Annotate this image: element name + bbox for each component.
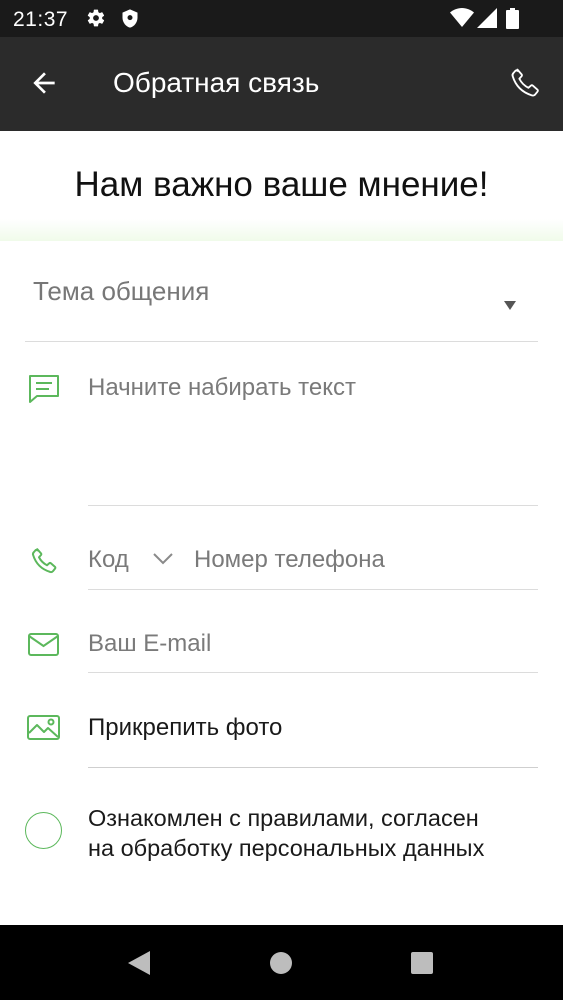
consent-text: Ознакомлен с правилами, согласен на обра… bbox=[88, 803, 548, 863]
system-nav-bar bbox=[0, 925, 563, 1000]
phone-icon bbox=[31, 548, 57, 574]
chevron-down-icon bbox=[153, 553, 173, 565]
app-bar: Обратная связь bbox=[0, 37, 563, 131]
message-icon bbox=[29, 375, 59, 403]
email-input[interactable]: Ваш E-mail bbox=[88, 625, 538, 670]
attach-photo-label: Прикрепить фото bbox=[88, 714, 283, 741]
phone-icon[interactable] bbox=[508, 65, 542, 101]
phone-number-placeholder: Номер телефона bbox=[194, 546, 385, 573]
hero-banner: Нам важно ваше мнение! bbox=[0, 131, 563, 241]
email-placeholder: Ваш E-mail bbox=[88, 630, 212, 657]
nav-home-icon[interactable] bbox=[269, 951, 293, 975]
divider bbox=[88, 505, 538, 506]
image-icon bbox=[27, 715, 60, 740]
attach-photo-button[interactable]: Прикрепить фото bbox=[88, 705, 538, 755]
page-title: Обратная связь bbox=[113, 67, 320, 98]
gear-icon bbox=[87, 9, 105, 27]
topic-dropdown[interactable]: Тема общения bbox=[25, 260, 538, 342]
divider bbox=[88, 767, 538, 768]
chevron-down-icon bbox=[504, 301, 516, 310]
consent-checkbox[interactable] bbox=[25, 812, 62, 849]
phone-number-input[interactable]: Номер телефона bbox=[194, 540, 538, 585]
topic-label: Тема общения bbox=[33, 276, 210, 306]
battery-icon bbox=[506, 8, 519, 29]
message-input[interactable]: Начните набирать текст bbox=[88, 365, 538, 505]
shield-icon bbox=[122, 9, 138, 28]
divider bbox=[88, 589, 538, 590]
wifi-icon bbox=[450, 8, 474, 27]
divider bbox=[88, 672, 538, 673]
email-icon bbox=[28, 633, 59, 656]
phone-code-label: Код bbox=[88, 546, 129, 573]
consent-line-1: Ознакомлен с правилами, согласен bbox=[88, 805, 479, 831]
status-time: 21:37 bbox=[13, 8, 69, 31]
back-arrow-icon[interactable] bbox=[28, 67, 60, 99]
message-placeholder: Начните набирать текст bbox=[88, 374, 356, 401]
status-bar: 21:37 bbox=[0, 0, 563, 37]
headline: Нам важно ваше мнение! bbox=[74, 165, 489, 204]
nav-back-icon[interactable] bbox=[127, 950, 151, 976]
nav-recents-icon[interactable] bbox=[410, 951, 434, 975]
divider bbox=[25, 341, 538, 342]
consent-line-2: на обработку персональных данных bbox=[88, 835, 485, 861]
signal-icon bbox=[477, 8, 497, 28]
phone-code-select[interactable]: Код bbox=[88, 540, 184, 585]
